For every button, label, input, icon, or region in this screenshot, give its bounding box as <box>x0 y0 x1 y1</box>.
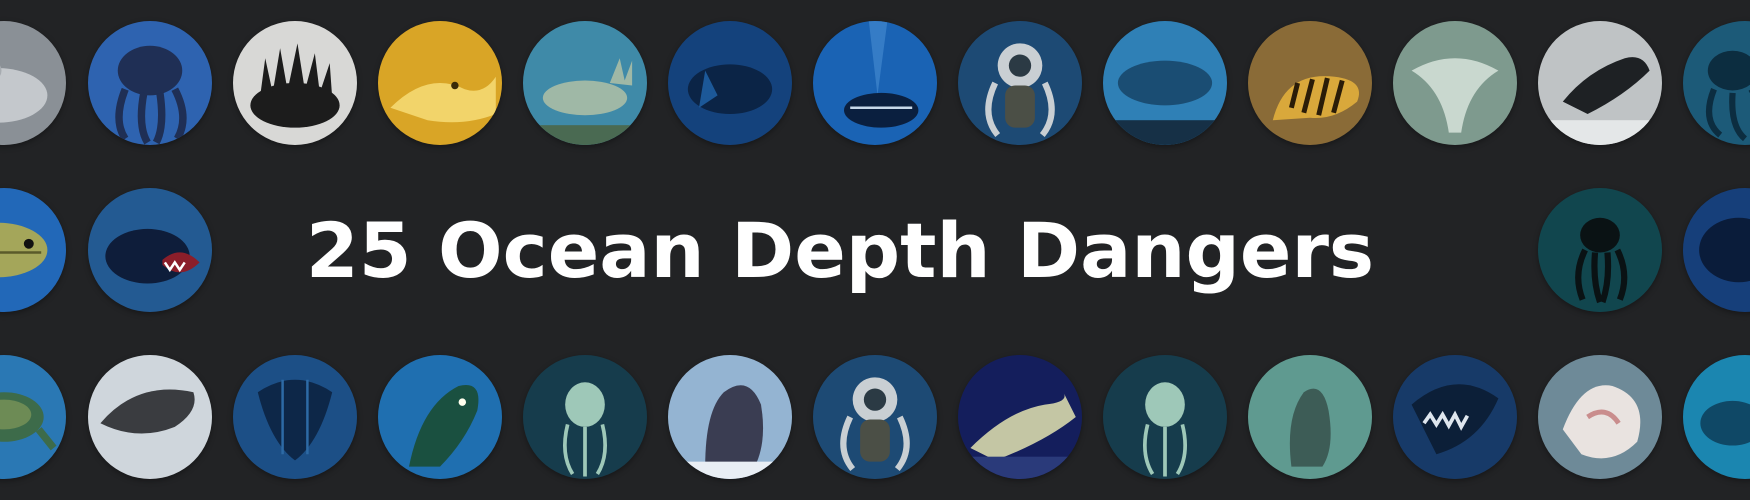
thumbnail-image[interactable] <box>668 355 792 479</box>
thumbnail-image[interactable] <box>1393 355 1517 479</box>
dark-whale-storm-icon <box>1538 21 1662 145</box>
banner: 25 Ocean Depth Dangers <box>0 0 1750 500</box>
armored-fish-icon <box>0 188 66 312</box>
thumbnail-image[interactable] <box>1683 21 1750 145</box>
toothed-serpent-icon <box>378 355 502 479</box>
surfacing-whale-tail-icon <box>668 355 792 479</box>
glowing-ghost-diver-icon <box>523 355 647 479</box>
teal-swimmer-icon <box>1683 355 1750 479</box>
thumbnail-image[interactable] <box>1248 355 1372 479</box>
thumbnail-image[interactable] <box>523 355 647 479</box>
abyss-submarine-creature-icon <box>813 21 937 145</box>
thumbnail-image[interactable] <box>523 21 647 145</box>
thumbnail-image[interactable] <box>233 21 357 145</box>
golden-eel-icon <box>378 21 502 145</box>
dark-octopus-icon <box>1538 188 1662 312</box>
tentacled-octopus-beast-icon <box>88 21 212 145</box>
thumbnail-image[interactable] <box>668 21 792 145</box>
thumbnail-image[interactable] <box>0 355 66 479</box>
striped-sea-snake-icon <box>1248 21 1372 145</box>
thumbnail-image[interactable] <box>88 355 212 479</box>
thumbnail-image[interactable] <box>958 355 1082 479</box>
thumbnail-image[interactable] <box>1393 21 1517 145</box>
green-sea-turtle-icon <box>0 355 66 479</box>
grey-whale-icon <box>88 355 212 479</box>
pale-leviathan-icon <box>0 21 66 145</box>
deep-sea-diver-icon <box>958 21 1082 145</box>
blue-shadow-shark-icon <box>668 21 792 145</box>
sunken-wreck-creature-icon <box>233 355 357 479</box>
thumbnail-image[interactable] <box>1103 21 1227 145</box>
spiny-black-creature-icon <box>233 21 357 145</box>
thumbnail-image[interactable] <box>1248 21 1372 145</box>
teal-kraken-icon <box>1683 21 1750 145</box>
thumbnail-image[interactable] <box>233 355 357 479</box>
pale-green-sea-lizard-icon <box>523 21 647 145</box>
thumbnail-image[interactable] <box>0 21 66 145</box>
white-coral-shell-icon <box>1538 355 1662 479</box>
thumbnail-image[interactable] <box>1538 188 1662 312</box>
deep-blue-leviathan-icon <box>1683 188 1750 312</box>
deep-sea-diver-icon <box>813 355 937 479</box>
thumbnail-image[interactable] <box>958 21 1082 145</box>
thumbnail-image[interactable] <box>88 188 212 312</box>
thumbnail-image[interactable] <box>378 355 502 479</box>
thumbnail-image[interactable] <box>1683 355 1750 479</box>
shark-jaws-icon <box>1393 355 1517 479</box>
thumbnail-image[interactable] <box>378 21 502 145</box>
ghostly-manta-creature-icon <box>1393 21 1517 145</box>
fanged-anglerfish-icon <box>88 188 212 312</box>
thumbnail-image[interactable] <box>88 21 212 145</box>
thumbnail-image[interactable] <box>813 21 937 145</box>
thumbnail-image[interactable] <box>0 188 66 312</box>
thumbnail-image[interactable] <box>1683 188 1750 312</box>
page-title: 25 Ocean Depth Dangers <box>305 205 1375 295</box>
glowing-ghost-diver-icon <box>1103 355 1227 479</box>
thumbnail-image[interactable] <box>1538 21 1662 145</box>
thumbnail-image[interactable] <box>1538 355 1662 479</box>
pale-reef-creature-icon <box>958 355 1082 479</box>
thumbnail-image[interactable] <box>813 355 937 479</box>
murky-seal-icon <box>1248 355 1372 479</box>
thumbnail-image[interactable] <box>1103 355 1227 479</box>
giant-whale-silhouette-icon <box>1103 21 1227 145</box>
